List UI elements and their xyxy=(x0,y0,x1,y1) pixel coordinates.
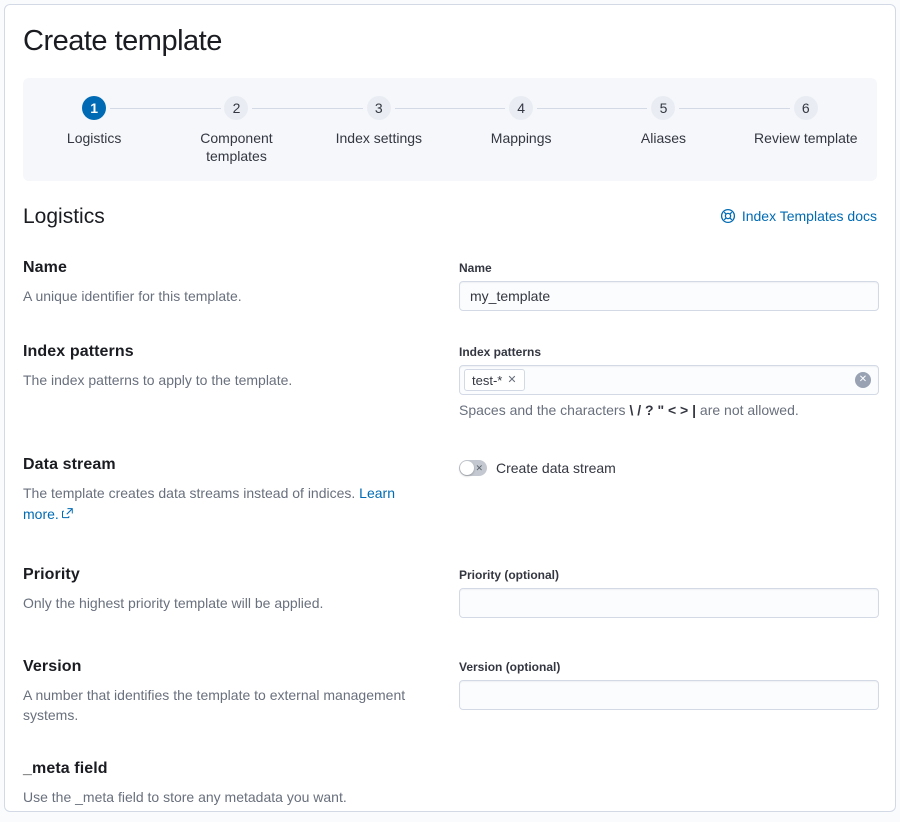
meta-section-title: _meta field xyxy=(23,760,877,778)
index-patterns-section-description: The index patterns to apply to the templ… xyxy=(23,370,433,390)
name-field-label: Name xyxy=(459,261,879,275)
toggle-knob xyxy=(460,461,474,475)
step-label: Review template xyxy=(754,129,858,147)
step-number-badge: 6 xyxy=(794,96,818,120)
version-row: Version A number that identifies the tem… xyxy=(23,658,877,726)
priority-input[interactable] xyxy=(459,588,879,618)
step-label: Aliases xyxy=(641,129,686,147)
priority-field-label: Priority (optional) xyxy=(459,568,879,582)
data-stream-section-title: Data stream xyxy=(23,456,433,474)
data-stream-section-description: The template creates data streams instea… xyxy=(23,483,433,524)
create-template-panel: Create template 1 Logistics 2 Component … xyxy=(4,4,896,812)
index-pattern-pill: test-* ✕ xyxy=(464,369,525,391)
help-ring-icon xyxy=(720,208,736,224)
external-link-icon xyxy=(62,508,73,519)
step-label: Logistics xyxy=(67,129,121,147)
index-patterns-helper-text: Spaces and the characters \ / ? " < > | … xyxy=(459,402,879,418)
page-title: Create template xyxy=(23,25,877,58)
step-number-badge: 3 xyxy=(367,96,391,120)
step-label: Component templates xyxy=(181,129,291,165)
index-templates-docs-link[interactable]: Index Templates docs xyxy=(720,208,877,224)
step-component-templates[interactable]: 2 Component templates xyxy=(165,96,307,165)
name-section-description: A unique identifier for this template. xyxy=(23,286,433,306)
version-section-description: A number that identifies the template to… xyxy=(23,685,433,726)
name-input[interactable] xyxy=(459,281,879,311)
step-index-settings[interactable]: 3 Index settings xyxy=(308,96,450,165)
step-number-badge: 5 xyxy=(651,96,675,120)
create-data-stream-toggle[interactable]: ✕ xyxy=(459,460,487,476)
step-review-template[interactable]: 6 Review template xyxy=(735,96,877,165)
priority-row: Priority Only the highest priority templ… xyxy=(23,566,877,618)
priority-section-title: Priority xyxy=(23,566,433,584)
docs-link-label: Index Templates docs xyxy=(742,208,877,224)
step-label: Index settings xyxy=(336,129,422,147)
meta-section-description: Use the _meta field to store any metadat… xyxy=(23,787,877,807)
create-data-stream-toggle-label: Create data stream xyxy=(496,460,616,476)
step-aliases[interactable]: 5 Aliases xyxy=(592,96,734,165)
priority-section-description: Only the highest priority template will … xyxy=(23,593,433,613)
name-section-title: Name xyxy=(23,259,433,277)
step-number-badge: 1 xyxy=(82,96,106,120)
index-patterns-section-title: Index patterns xyxy=(23,343,433,361)
version-field-label: Version (optional) xyxy=(459,660,879,674)
data-stream-row: Data stream The template creates data st… xyxy=(23,456,877,524)
remove-pattern-icon[interactable]: ✕ xyxy=(507,375,516,386)
version-input[interactable] xyxy=(459,680,879,710)
index-patterns-field-label: Index patterns xyxy=(459,345,879,359)
step-mappings[interactable]: 4 Mappings xyxy=(450,96,592,165)
name-row: Name A unique identifier for this templa… xyxy=(23,259,877,311)
section-title-logistics: Logistics xyxy=(23,205,105,229)
step-number-badge: 2 xyxy=(224,96,248,120)
index-patterns-row: Index patterns The index patterns to app… xyxy=(23,343,877,418)
step-logistics[interactable]: 1 Logistics xyxy=(23,96,165,165)
step-label: Mappings xyxy=(491,129,552,147)
toggle-off-icon: ✕ xyxy=(475,463,483,474)
version-section-title: Version xyxy=(23,658,433,676)
index-pattern-pill-value: test-* xyxy=(472,373,502,388)
index-patterns-combobox[interactable]: test-* ✕ ✕ xyxy=(459,365,879,395)
step-number-badge: 4 xyxy=(509,96,533,120)
clear-combobox-icon[interactable]: ✕ xyxy=(855,372,871,388)
meta-field-section: _meta field Use the _meta field to store… xyxy=(23,760,877,812)
wizard-stepper: 1 Logistics 2 Component templates 3 Inde… xyxy=(23,78,877,181)
